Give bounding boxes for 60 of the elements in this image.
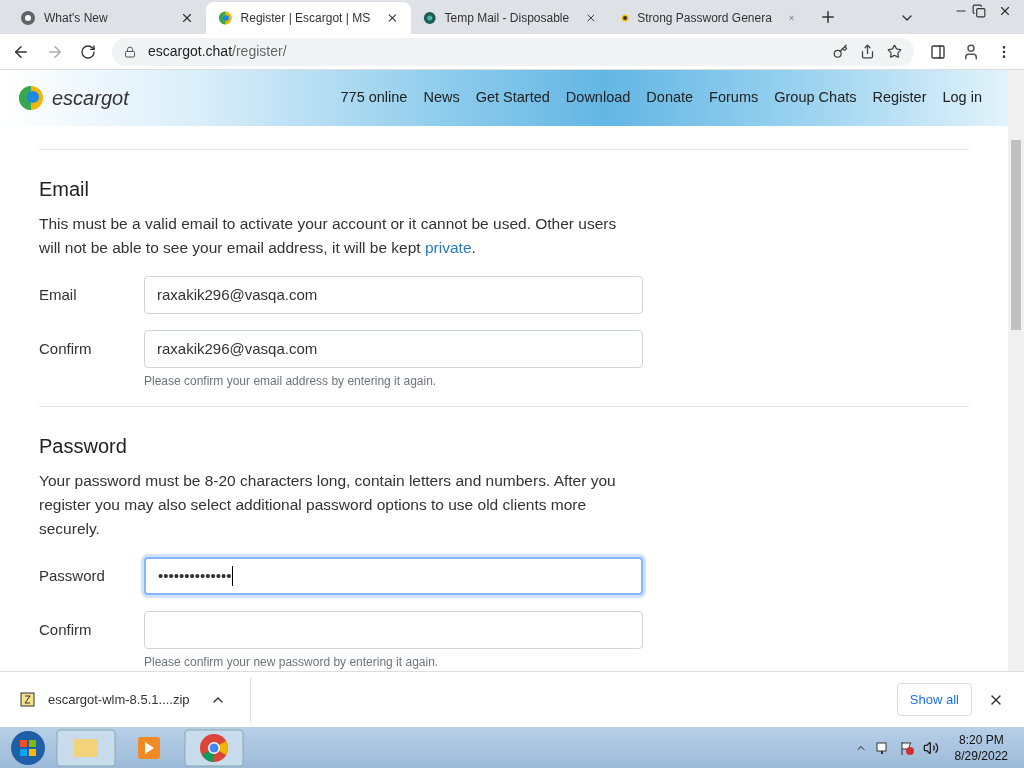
field-label: Confirm <box>39 338 93 359</box>
nav-link[interactable]: Download <box>565 87 631 109</box>
private-link[interactable]: private <box>425 239 472 256</box>
input-field[interactable]: raxakik296@vasqa.com <box>144 330 643 368</box>
address-bar[interactable]: escargot.chat/register/ <box>112 37 914 66</box>
nav-link[interactable]: 775 online <box>340 87 408 109</box>
volume-icon[interactable] <box>922 739 939 756</box>
nav-link[interactable]: News <box>423 87 460 109</box>
section-description: Your password must be 8-20 characters long, contain letters and numbers. After you register you may also select additional password options to use old clients more securely. <box>39 471 617 539</box>
browser-tab[interactable]: Register | Escargot | MS <box>206 2 411 34</box>
input-field[interactable] <box>144 611 643 649</box>
new-tab-icon[interactable] <box>819 8 837 26</box>
tab-title: What's New <box>44 10 108 27</box>
browser-tab[interactable]: What's New <box>8 2 206 34</box>
field-label: Password <box>39 565 106 586</box>
nav-link[interactable]: Forums <box>709 87 759 109</box>
nav-link[interactable]: Group Chats <box>774 87 857 109</box>
flag-icon[interactable] <box>898 739 915 756</box>
chrome-icon <box>20 10 36 26</box>
reload-icon[interactable] <box>80 43 96 60</box>
url-text: escargot.chat/register/ <box>148 42 287 61</box>
field-hint: Please confirm your new password by entering it again. <box>144 654 440 671</box>
scrollbar[interactable] <box>1008 70 1024 671</box>
logo-icon <box>18 84 44 112</box>
section-description: This must be a valid email to activate your account or it cannot be used. Other users will not be able to see your email address, it will be kept private. <box>39 214 618 258</box>
logo-icon <box>218 10 233 26</box>
tab-title: Strong Password Genera <box>637 10 772 27</box>
input-field[interactable]: •••••••••••••• <box>144 557 643 595</box>
section-title: Email <box>39 177 90 202</box>
side-panel-icon[interactable] <box>930 43 946 60</box>
nav-link[interactable]: Log in <box>942 87 982 109</box>
nav-link[interactable]: Get Started <box>475 87 550 109</box>
field-hint: Please confirm your email address by entering it again. <box>144 373 438 390</box>
close-window-icon[interactable] <box>998 4 1012 18</box>
share-icon[interactable] <box>860 44 875 59</box>
star-icon[interactable] <box>887 44 902 59</box>
mail-logo-icon <box>423 10 437 26</box>
chrome-icon[interactable] <box>184 728 244 767</box>
section-title: Password <box>39 434 128 459</box>
clock-date[interactable]: 8/29/2022 <box>954 747 1008 764</box>
profile-icon[interactable] <box>962 42 980 61</box>
nav-link[interactable]: Register <box>872 87 927 109</box>
show-all-button[interactable]: Show all <box>896 682 972 717</box>
restore-icon[interactable] <box>972 4 986 18</box>
site-logo-text[interactable]: escargot <box>52 83 129 113</box>
close-icon[interactable] <box>180 11 194 25</box>
close-icon[interactable] <box>386 11 399 25</box>
tab-title: Register | Escargot | MS <box>240 10 371 27</box>
field-label: Email <box>39 284 78 305</box>
zip-file-icon <box>20 691 36 708</box>
tab-title: Temp Mail - Disposable <box>444 10 570 27</box>
browser-tab[interactable]: Strong Password Genera <box>609 2 807 34</box>
download-filename[interactable]: escargot-wlm-8.5.1....zip <box>48 689 190 710</box>
lock-icon <box>124 45 136 58</box>
clock-time[interactable]: 8:20 PM <box>958 731 1004 748</box>
browser-tab[interactable]: Temp Mail - Disposable <box>411 2 609 34</box>
nav-link[interactable]: Donate <box>646 87 694 109</box>
input-field[interactable]: raxakik296@vasqa.com <box>144 276 643 314</box>
key-icon[interactable] <box>833 44 848 59</box>
field-label: Confirm <box>39 619 93 640</box>
